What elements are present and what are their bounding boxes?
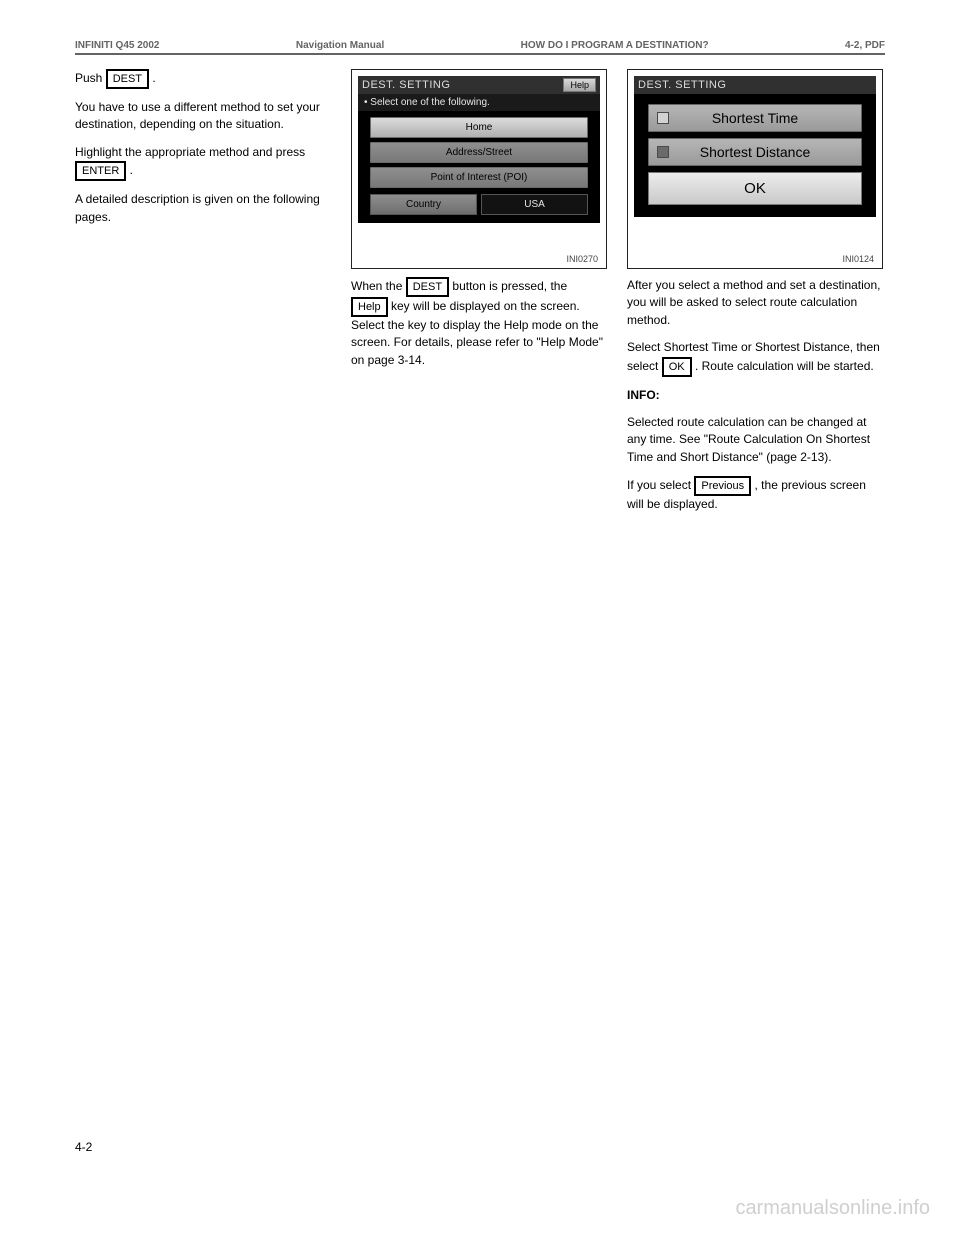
address-button[interactable]: Address/Street <box>370 142 588 163</box>
ui-subbar: • Select one of the following. <box>358 94 600 111</box>
col3-p2: Select Shortest Time or Shortest Distanc… <box>627 339 883 376</box>
country-value: USA <box>481 194 588 215</box>
enter-key: ENTER <box>75 161 126 181</box>
ok-key: OK <box>662 357 692 377</box>
col1-line3: Highlight the appropriate method and pre… <box>75 144 331 181</box>
col3-p1: After you select a method and set a dest… <box>627 277 883 329</box>
option-shortest-time[interactable]: Shortest Time <box>648 104 862 132</box>
home-button[interactable]: Home <box>370 117 588 138</box>
info-text: Selected route calculation can be change… <box>627 414 883 466</box>
column-2: DEST. SETTING Help • Select one of the f… <box>351 69 607 524</box>
ui-title-2: DEST. SETTING <box>638 79 872 91</box>
col1-line4: A detailed description is given on the f… <box>75 191 331 226</box>
checkbox-icon <box>657 146 669 158</box>
dest-key-2: DEST <box>406 277 449 297</box>
page-header: INFINITI Q45 2002 Navigation Manual HOW … <box>75 40 885 51</box>
ui-titlebar: DEST. SETTING Help <box>358 76 600 94</box>
ui-title: DEST. SETTING <box>362 79 563 91</box>
figure-route-priority: DEST. SETTING Shortest Time Shortest Dis… <box>627 69 883 269</box>
country-button[interactable]: Country <box>370 194 477 215</box>
header-model: INFINITI Q45 2002 <box>75 40 159 51</box>
ui-body-2: Shortest Time Shortest Distance OK <box>634 94 876 217</box>
ui-titlebar-2: DEST. SETTING <box>634 76 876 94</box>
checkbox-icon <box>657 112 669 124</box>
col3-p3: If you select Previous , the previous sc… <box>627 476 883 513</box>
header-rule <box>75 53 885 55</box>
column-3: DEST. SETTING Shortest Time Shortest Dis… <box>627 69 883 524</box>
help-key: Help <box>351 297 388 317</box>
header-section: HOW DO I PROGRAM A DESTINATION? <box>521 40 709 51</box>
col2-text: When the DEST button is pressed, the Hel… <box>351 277 607 369</box>
header-page: 4-2, PDF <box>845 40 885 51</box>
info-label: INFO: <box>627 387 883 404</box>
col1-line1: Push DEST . <box>75 69 331 89</box>
figure-tag-2: INI0124 <box>842 254 874 264</box>
column-1: Push DEST . You have to use a different … <box>75 69 331 524</box>
help-button[interactable]: Help <box>563 78 596 92</box>
dest-key: DEST <box>106 69 149 89</box>
figure-dest-setting-menu: DEST. SETTING Help • Select one of the f… <box>351 69 607 269</box>
ok-button[interactable]: OK <box>648 172 862 205</box>
page-number: 4-2 <box>75 1140 92 1154</box>
figure-tag: INI0270 <box>566 254 598 264</box>
ui-body: Home Address/Street Point of Interest (P… <box>358 111 600 223</box>
poi-button[interactable]: Point of Interest (POI) <box>370 167 588 188</box>
option-shortest-distance[interactable]: Shortest Distance <box>648 138 862 166</box>
col1-line2: You have to use a different method to se… <box>75 99 331 134</box>
previous-key: Previous <box>694 476 751 496</box>
header-doc: Navigation Manual <box>296 40 384 51</box>
watermark: carmanualsonline.info <box>735 1197 930 1220</box>
